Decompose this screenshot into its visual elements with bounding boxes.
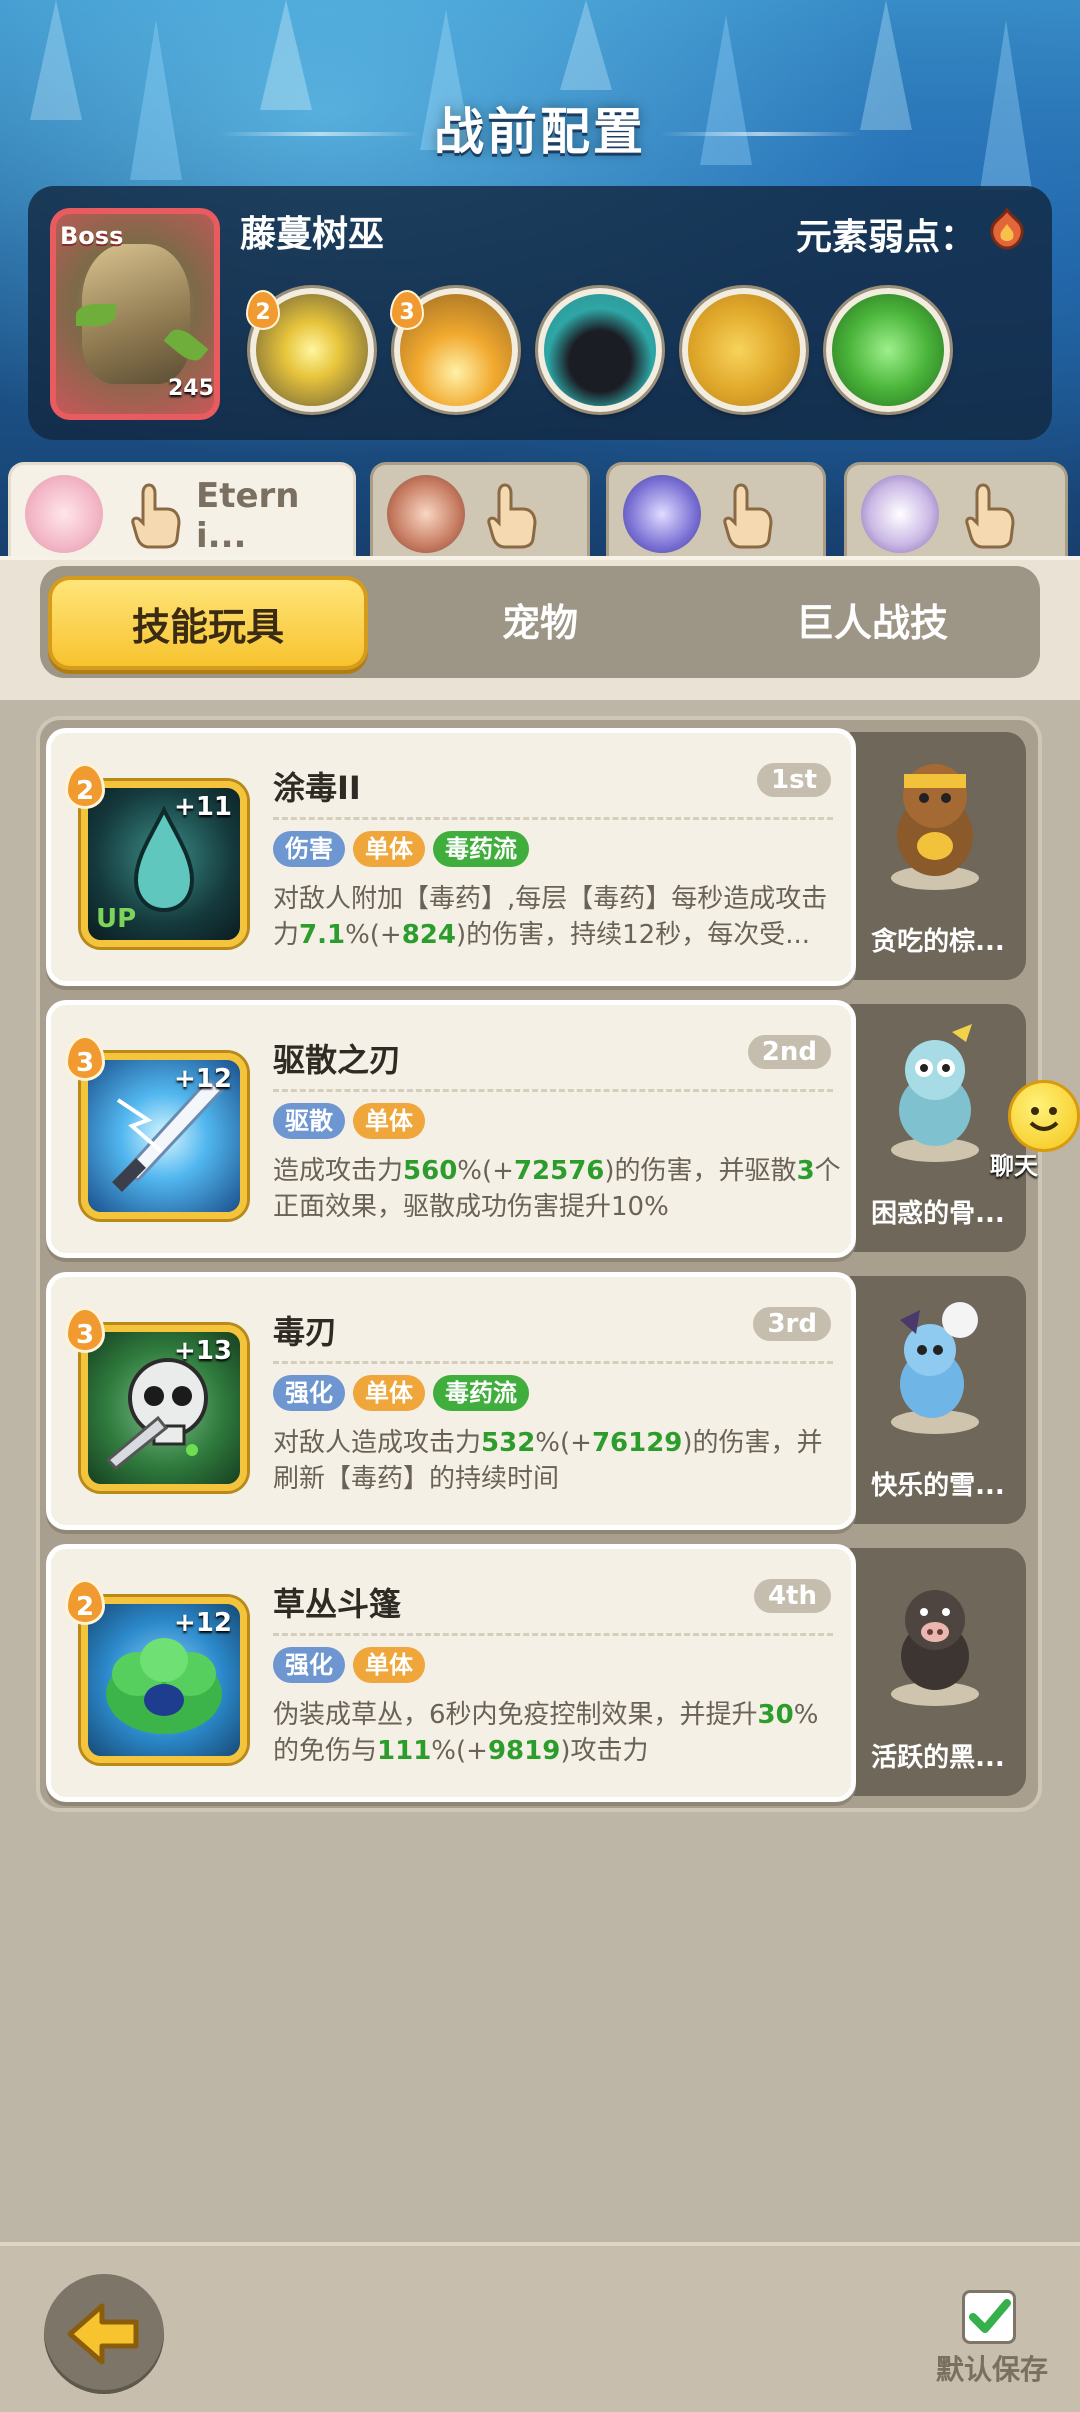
skill-name: 草丛斗篷 bbox=[273, 1585, 402, 1623]
pet-slot-3[interactable]: 快乐的雪... bbox=[850, 1276, 1026, 1524]
skill-tags: 驱散 单体 bbox=[273, 1103, 425, 1139]
skill-tag: 强化 bbox=[273, 1647, 345, 1683]
tap-hand-icon bbox=[723, 483, 773, 549]
skill-tags: 强化 单体 bbox=[273, 1647, 425, 1683]
skill-tag: 强化 bbox=[273, 1375, 345, 1411]
bush-cloak-skill-icon: +12 bbox=[81, 1597, 247, 1763]
poison-drop-skill-icon: UP +11 bbox=[81, 781, 247, 947]
skill-description: 伪装成草丛，6秒内免疫控制效果，并提升30%的免伤与111%(+9819)攻击力 bbox=[273, 1700, 819, 1766]
checkmark-icon bbox=[969, 2299, 1011, 2333]
default-save-checkbox[interactable] bbox=[962, 2290, 1016, 2344]
pet-bone-dragon-icon bbox=[891, 1024, 979, 1162]
hero-tab-2[interactable] bbox=[370, 462, 590, 558]
pet-bear-bee-icon bbox=[891, 764, 979, 890]
tab-giant-skills[interactable]: 巨人战技 bbox=[712, 576, 1032, 670]
pet-slot-1[interactable]: 贪吃的棕... bbox=[850, 732, 1026, 980]
card-divider bbox=[273, 1361, 833, 1364]
tab-skill-toys[interactable]: 技能玩具 bbox=[48, 576, 368, 670]
tap-hand-icon bbox=[131, 483, 181, 549]
skill-level-badge: 2 bbox=[65, 1579, 105, 1625]
tab-pets[interactable]: 宠物 bbox=[380, 576, 700, 670]
back-arrow-icon bbox=[67, 2303, 139, 2365]
skill-tag: 驱散 bbox=[273, 1103, 345, 1139]
card-divider bbox=[273, 1633, 833, 1636]
skill-description: 造成攻击力560%(+72576)的伤害，并驱散3个正面效果，驱散成功伤害提升1… bbox=[273, 1156, 841, 1222]
skill-tag: 毒药流 bbox=[433, 831, 529, 867]
skill-plus-level: +12 bbox=[174, 1608, 232, 1638]
skill-tag: 单体 bbox=[353, 1375, 425, 1411]
skill-name: 毒刃 bbox=[273, 1313, 338, 1351]
pet-snow-creature-icon bbox=[891, 1302, 979, 1434]
skill-level-badge: 3 bbox=[65, 1035, 105, 1081]
tap-hand-icon bbox=[487, 483, 537, 549]
skill-name: 驱散之刃 bbox=[273, 1041, 402, 1079]
default-save-label[interactable]: 默认保存 bbox=[936, 2348, 1048, 2388]
skill-tag: 单体 bbox=[353, 1103, 425, 1139]
card-divider bbox=[273, 1089, 833, 1092]
skill-tag: 伤害 bbox=[273, 831, 345, 867]
skill-rank-badge: 4th bbox=[753, 1579, 831, 1613]
skill-plus-level: +11 bbox=[174, 792, 232, 822]
hero-avatar bbox=[861, 475, 939, 553]
skill-name: 涂毒II bbox=[273, 769, 361, 807]
fire-element-icon[interactable] bbox=[984, 206, 1030, 252]
boss-skill-5[interactable] bbox=[826, 288, 950, 412]
weakness-label: 元素弱点： bbox=[796, 217, 977, 258]
skill-rank-badge: 1st bbox=[757, 763, 831, 797]
pet-slot-4[interactable]: 活跃的黑... bbox=[850, 1548, 1026, 1796]
boss-skill-1-level: 2 bbox=[246, 290, 280, 330]
skill-card-2[interactable]: +12 3 驱散之刃 2nd 驱散 单体 造成攻击力560%(+72576)的伤… bbox=[46, 1000, 856, 1258]
skull-blade-skill-icon: +13 bbox=[81, 1325, 247, 1491]
boss-name: 藤蔓树巫 bbox=[240, 214, 385, 255]
boss-skill-2-level: 3 bbox=[390, 290, 424, 330]
skill-card-4[interactable]: +12 2 草丛斗篷 4th 强化 单体 伪装成草丛，6秒内免疫控制效果，并提升… bbox=[46, 1544, 856, 1802]
skill-rank-badge: 2nd bbox=[747, 1035, 831, 1069]
skill-card-3[interactable]: +13 3 毒刃 3rd 强化 单体 毒药流 对敌人造成攻击力532%(+761… bbox=[46, 1272, 856, 1530]
skill-level-badge: 2 bbox=[65, 763, 105, 809]
hero-avatar bbox=[387, 475, 465, 553]
boss-level: 245 bbox=[168, 376, 214, 401]
boss-skill-4[interactable] bbox=[682, 288, 806, 412]
hero-avatar bbox=[623, 475, 701, 553]
skill-plus-level: +13 bbox=[174, 1336, 232, 1366]
hero-avatar bbox=[25, 475, 103, 553]
skill-level-badge: 3 bbox=[65, 1307, 105, 1353]
pet-black-pig-icon bbox=[891, 1590, 979, 1706]
skill-description: 对敌人造成攻击力532%(+76129)的伤害，并刷新【毒药】的持续时间 bbox=[273, 1428, 823, 1494]
skill-card-1[interactable]: UP +11 2 涂毒II 1st 伤害 单体 毒药流 对敌人附加【毒药】,每层… bbox=[46, 728, 856, 986]
skill-tag: 单体 bbox=[353, 831, 425, 867]
pet-name: 贪吃的棕... bbox=[871, 927, 1005, 957]
pet-name: 活跃的黑... bbox=[871, 1743, 1005, 1773]
skill-tags: 伤害 单体 毒药流 bbox=[273, 831, 529, 867]
skill-tag: 毒药流 bbox=[433, 1375, 529, 1411]
boss-skill-3[interactable] bbox=[538, 288, 662, 412]
hero-tab-1-name: Eterni... bbox=[196, 476, 300, 556]
pet-name: 快乐的雪... bbox=[871, 1471, 1005, 1501]
page-title: 战前配置 bbox=[434, 103, 646, 161]
tap-hand-icon bbox=[965, 483, 1015, 549]
chat-label[interactable]: 聊天 bbox=[990, 1146, 1038, 1181]
boss-tag: Boss bbox=[60, 222, 124, 250]
boss-leaf-art bbox=[76, 304, 116, 326]
pet-slot-2[interactable]: 困惑的骨... bbox=[850, 1004, 1026, 1252]
skill-description: 对敌人附加【毒药】,每层【毒药】每秒造成攻击力7.1%(+824)的伤害，持续1… bbox=[273, 884, 828, 950]
skill-plus-level: +12 bbox=[174, 1064, 232, 1094]
upgrade-badge: UP bbox=[96, 904, 137, 934]
skill-tags: 强化 单体 毒药流 bbox=[273, 1375, 529, 1411]
hero-tab-4[interactable] bbox=[844, 462, 1068, 558]
card-divider bbox=[273, 817, 833, 820]
hero-tab-3[interactable] bbox=[606, 462, 826, 558]
skill-rank-badge: 3rd bbox=[753, 1307, 831, 1341]
pet-name: 困惑的骨... bbox=[871, 1199, 1005, 1229]
back-button[interactable] bbox=[44, 2274, 164, 2394]
lightning-blade-skill-icon: +12 bbox=[81, 1053, 247, 1219]
skill-tag: 单体 bbox=[353, 1647, 425, 1683]
chat-emoji-icon[interactable] bbox=[1008, 1080, 1080, 1152]
